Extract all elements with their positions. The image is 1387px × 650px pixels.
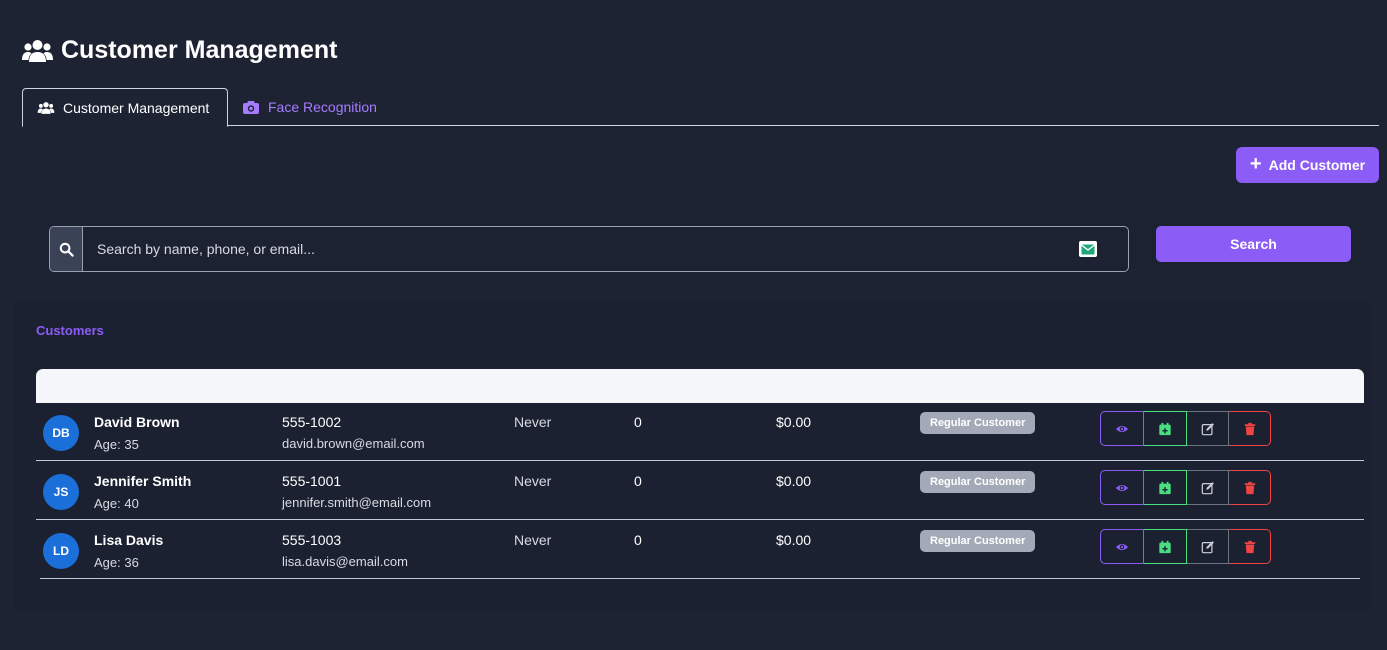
edit-button[interactable] — [1187, 411, 1229, 446]
view-button[interactable] — [1100, 470, 1144, 505]
tab-face-recognition[interactable]: Face Recognition — [228, 88, 391, 126]
book-appointment-button[interactable] — [1144, 529, 1187, 564]
mail-icon[interactable] — [1079, 241, 1097, 257]
status-badge: Regular Customer — [920, 471, 1036, 493]
customer-email: jennifer.smith@email.com — [282, 495, 432, 510]
table-row: JS Jennifer Smith Age: 40 555-1001 jenni… — [36, 462, 1364, 520]
edit-icon — [1201, 481, 1214, 494]
edit-icon — [1201, 540, 1214, 553]
delete-button[interactable] — [1229, 470, 1271, 505]
tab-label: Face Recognition — [268, 99, 377, 115]
eye-icon — [1115, 543, 1129, 550]
avatar: JS — [43, 474, 79, 510]
view-button[interactable] — [1100, 529, 1144, 564]
calendar-plus-icon — [1159, 481, 1171, 494]
delete-button[interactable] — [1229, 411, 1271, 446]
table-header — [36, 369, 1364, 403]
row-actions — [1100, 470, 1271, 505]
customer-age: Age: 36 — [94, 555, 139, 570]
customer-visits: 0 — [634, 532, 642, 548]
customer-phone: 555-1002 — [282, 414, 342, 430]
edit-button[interactable] — [1187, 529, 1229, 564]
customer-spent: $0.00 — [776, 414, 812, 430]
add-customer-label: Add Customer — [1268, 157, 1366, 173]
search-input[interactable] — [83, 227, 1128, 271]
tab-customer-management[interactable]: Customer Management — [22, 88, 228, 127]
eye-icon — [1115, 425, 1129, 432]
customer-name: David Brown — [94, 414, 180, 430]
trash-icon — [1244, 481, 1255, 494]
customer-spent: $0.00 — [776, 473, 812, 489]
search-input-group — [49, 226, 1129, 272]
search-icon — [59, 242, 74, 257]
section-title: Customers — [36, 323, 104, 338]
customer-email: lisa.davis@email.com — [282, 554, 408, 569]
table-row: DB David Brown Age: 35 555-1002 david.br… — [36, 403, 1364, 461]
customer-last-visit: Never — [514, 532, 552, 548]
status-badge: Regular Customer — [920, 530, 1036, 552]
camera-icon — [243, 101, 259, 114]
trash-icon — [1244, 422, 1255, 435]
customer-visits: 0 — [634, 473, 642, 489]
users-icon — [22, 39, 53, 62]
plus-icon: + — [1249, 153, 1262, 175]
avatar: LD — [43, 533, 79, 569]
row-actions — [1100, 411, 1271, 446]
customer-age: Age: 40 — [94, 496, 139, 511]
add-customer-button[interactable]: + Add Customer — [1236, 147, 1379, 183]
edit-button[interactable] — [1187, 470, 1229, 505]
row-actions — [1100, 529, 1271, 564]
tab-bar: Customer Management Face Recognition — [22, 88, 1379, 127]
customer-phone: 555-1003 — [282, 532, 342, 548]
search-button[interactable]: Search — [1156, 226, 1351, 262]
customer-name: Jennifer Smith — [94, 473, 192, 489]
tab-label: Customer Management — [63, 99, 210, 116]
calendar-plus-icon — [1159, 540, 1171, 553]
customer-last-visit: Never — [514, 473, 552, 489]
avatar: DB — [43, 415, 79, 451]
edit-icon — [1201, 422, 1214, 435]
eye-icon — [1115, 484, 1129, 491]
trash-icon — [1244, 540, 1255, 553]
customer-spent: $0.00 — [776, 532, 812, 548]
book-appointment-button[interactable] — [1144, 411, 1187, 446]
customer-last-visit: Never — [514, 414, 552, 430]
customer-email: david.brown@email.com — [282, 436, 425, 451]
search-addon — [50, 227, 83, 271]
status-badge: Regular Customer — [920, 412, 1036, 434]
calendar-plus-icon — [1159, 422, 1171, 435]
users-icon — [37, 101, 55, 114]
customer-name: Lisa Davis — [94, 532, 164, 548]
page-title: Customer Management — [22, 36, 337, 65]
customer-phone: 555-1001 — [282, 473, 342, 489]
book-appointment-button[interactable] — [1144, 470, 1187, 505]
table-row: LD Lisa Davis Age: 36 555-1003 lisa.davi… — [40, 521, 1360, 579]
page-title-text: Customer Management — [61, 36, 338, 64]
delete-button[interactable] — [1229, 529, 1271, 564]
view-button[interactable] — [1100, 411, 1144, 446]
customer-visits: 0 — [634, 414, 642, 430]
customer-age: Age: 35 — [94, 437, 139, 452]
